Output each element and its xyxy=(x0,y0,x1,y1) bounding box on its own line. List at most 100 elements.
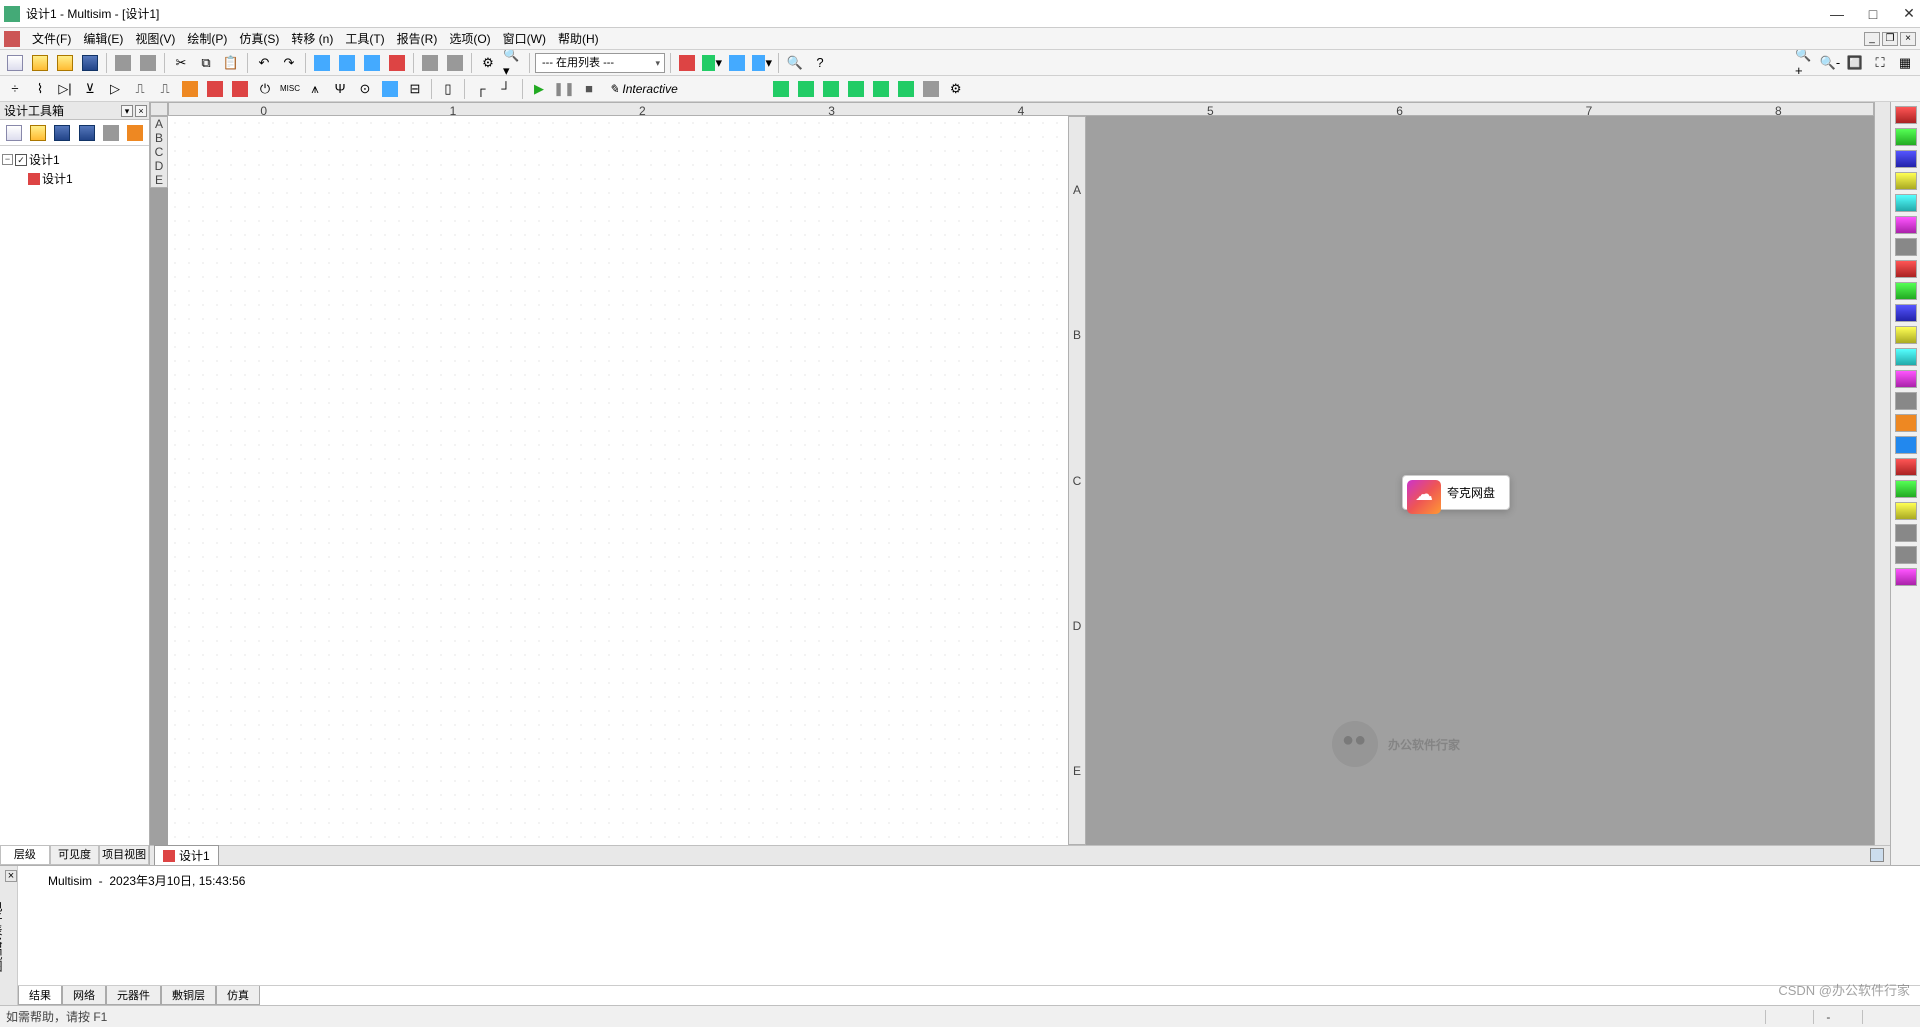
instrument-agilent-osc[interactable] xyxy=(1895,458,1917,476)
zoom-area-button[interactable]: 🔲 xyxy=(1844,52,1866,74)
kuake-disk-popup[interactable]: 夸克网盘 xyxy=(1402,475,1510,510)
place-ttl-button[interactable]: ⎍ xyxy=(129,78,151,100)
full-screen-button[interactable]: ▦ xyxy=(1894,52,1916,74)
menu-window[interactable]: 窗口(W) xyxy=(497,28,552,49)
instrument-measurement-probe[interactable] xyxy=(1895,568,1917,586)
tab-hierarchy[interactable]: 层级 xyxy=(0,846,50,865)
panel-saveall-button[interactable] xyxy=(76,122,97,144)
analysis-button-6[interactable] xyxy=(895,78,917,100)
tree-root-row[interactable]: − ✓ 设计1 xyxy=(2,150,147,169)
analysis-button-3[interactable] xyxy=(820,78,842,100)
open-button[interactable] xyxy=(29,52,51,74)
analysis-button-7[interactable] xyxy=(920,78,942,100)
menu-reports[interactable]: 报告(R) xyxy=(391,28,444,49)
sheet-properties-button[interactable] xyxy=(361,52,383,74)
tree-checkbox[interactable]: ✓ xyxy=(15,154,27,166)
sstab-simulation[interactable]: 仿真 xyxy=(216,986,260,1005)
toggle-border-button[interactable] xyxy=(336,52,358,74)
spreadsheet-button[interactable] xyxy=(419,52,441,74)
instrument-ni-elvis[interactable] xyxy=(1895,524,1917,542)
panel-open-button[interactable] xyxy=(27,122,48,144)
erc-button[interactable] xyxy=(676,52,698,74)
cut-button[interactable]: ✂ xyxy=(170,52,192,74)
stop-button[interactable]: ■ xyxy=(578,78,600,100)
place-rf-button[interactable]: Ψ xyxy=(329,78,351,100)
instrument-word-generator[interactable] xyxy=(1895,260,1917,278)
place-indicator-button[interactable] xyxy=(229,78,251,100)
print-preview-button[interactable] xyxy=(137,52,159,74)
instrument-function-generator[interactable] xyxy=(1895,128,1917,146)
instrument-iv-analyzer[interactable] xyxy=(1895,326,1917,344)
place-power-button[interactable]: ⏻ xyxy=(254,78,276,100)
panel-rename-button[interactable] xyxy=(100,122,121,144)
instrument-frequency-counter[interactable] xyxy=(1895,238,1917,256)
place-misc-button[interactable]: MISC xyxy=(279,78,301,100)
menu-simulate[interactable]: 仿真(S) xyxy=(233,28,285,49)
instrument-4ch-oscilloscope[interactable] xyxy=(1895,194,1917,212)
instrument-wattmeter[interactable] xyxy=(1895,150,1917,168)
mdi-minimize-button[interactable]: _ xyxy=(1864,32,1880,46)
find-button[interactable]: 🔍 xyxy=(784,52,806,74)
menu-help[interactable]: 帮助(H) xyxy=(552,28,605,49)
component-wizard-button[interactable]: ⚙ xyxy=(477,52,499,74)
copy-button[interactable]: ⧉ xyxy=(195,52,217,74)
zoom-out-button[interactable]: 🔍- xyxy=(1819,52,1841,74)
zoom-fit-button[interactable]: ⛶ xyxy=(1869,52,1891,74)
instrument-logic-analyzer[interactable] xyxy=(1895,282,1917,300)
schematic-sheet[interactable] xyxy=(168,116,1068,845)
place-ni-button[interactable] xyxy=(379,78,401,100)
zoom-in-button[interactable]: 🔍+ xyxy=(1794,52,1816,74)
instrument-agilent-fg[interactable] xyxy=(1895,414,1917,432)
menu-place[interactable]: 绘制(P) xyxy=(181,28,233,49)
place-connector-button[interactable]: ⊟ xyxy=(404,78,426,100)
tree-child-row[interactable]: 设计1 xyxy=(2,169,147,188)
toggle-grid-button[interactable] xyxy=(311,52,333,74)
instrument-oscilloscope[interactable] xyxy=(1895,172,1917,190)
help-button[interactable]: ? xyxy=(809,52,831,74)
place-hierarchical-button[interactable]: ┌ xyxy=(470,78,492,100)
panel-save-button[interactable] xyxy=(52,122,73,144)
instrument-tek-osc[interactable] xyxy=(1895,480,1917,498)
place-bus-button[interactable]: ┘ xyxy=(495,78,517,100)
analysis-button-5[interactable] xyxy=(870,78,892,100)
analysis-button-4[interactable] xyxy=(845,78,867,100)
place-source-button[interactable]: ÷ xyxy=(4,78,26,100)
sstab-copper[interactable]: 敷铜层 xyxy=(161,986,216,1005)
undo-button[interactable]: ↶ xyxy=(253,52,275,74)
instrument-network-analyzer[interactable] xyxy=(1895,392,1917,410)
save-button[interactable] xyxy=(79,52,101,74)
instrument-labview[interactable] xyxy=(1895,502,1917,520)
menu-tools[interactable]: 工具(T) xyxy=(339,28,390,49)
menu-options[interactable]: 选项(O) xyxy=(443,28,496,49)
instrument-multimeter[interactable] xyxy=(1895,106,1917,124)
panel-new-button[interactable] xyxy=(3,122,24,144)
instrument-distortion-analyzer[interactable] xyxy=(1895,348,1917,366)
sstab-nets[interactable]: 网络 xyxy=(62,986,106,1005)
place-analog-button[interactable]: ▷ xyxy=(104,78,126,100)
mdi-close-button[interactable]: × xyxy=(1900,32,1916,46)
forward-annotate-button[interactable] xyxy=(726,52,748,74)
new-button[interactable] xyxy=(4,52,26,74)
sstab-results[interactable]: 结果 xyxy=(18,986,62,1005)
sstab-components[interactable]: 元器件 xyxy=(106,986,161,1005)
interactive-label[interactable]: ✎ Interactive xyxy=(603,82,684,96)
analysis-button-2[interactable] xyxy=(795,78,817,100)
menu-file[interactable]: 文件(F) xyxy=(26,28,77,49)
canvas-tab-overflow-button[interactable] xyxy=(1870,848,1884,862)
place-misc-digital-button[interactable] xyxy=(179,78,201,100)
panel-refresh-button[interactable] xyxy=(125,122,146,144)
menu-transfer[interactable]: 转移 (n) xyxy=(285,28,339,49)
tab-visibility[interactable]: 可见度 xyxy=(50,846,100,865)
schematic-canvas[interactable]: A B C D E xyxy=(168,116,1874,845)
pause-button[interactable]: ❚❚ xyxy=(553,78,575,100)
instrument-bode-plotter[interactable] xyxy=(1895,216,1917,234)
open-sample-button[interactable] xyxy=(54,52,76,74)
settings-button[interactable]: ⚙ xyxy=(945,78,967,100)
vertical-scrollbar[interactable] xyxy=(1874,102,1890,845)
print-button[interactable] xyxy=(112,52,134,74)
panel-close-button[interactable]: × xyxy=(135,105,147,117)
place-advanced-button[interactable]: ⩚ xyxy=(304,78,326,100)
instrument-agilent-mm[interactable] xyxy=(1895,436,1917,454)
grapher-button[interactable] xyxy=(386,52,408,74)
place-mixed-button[interactable] xyxy=(204,78,226,100)
